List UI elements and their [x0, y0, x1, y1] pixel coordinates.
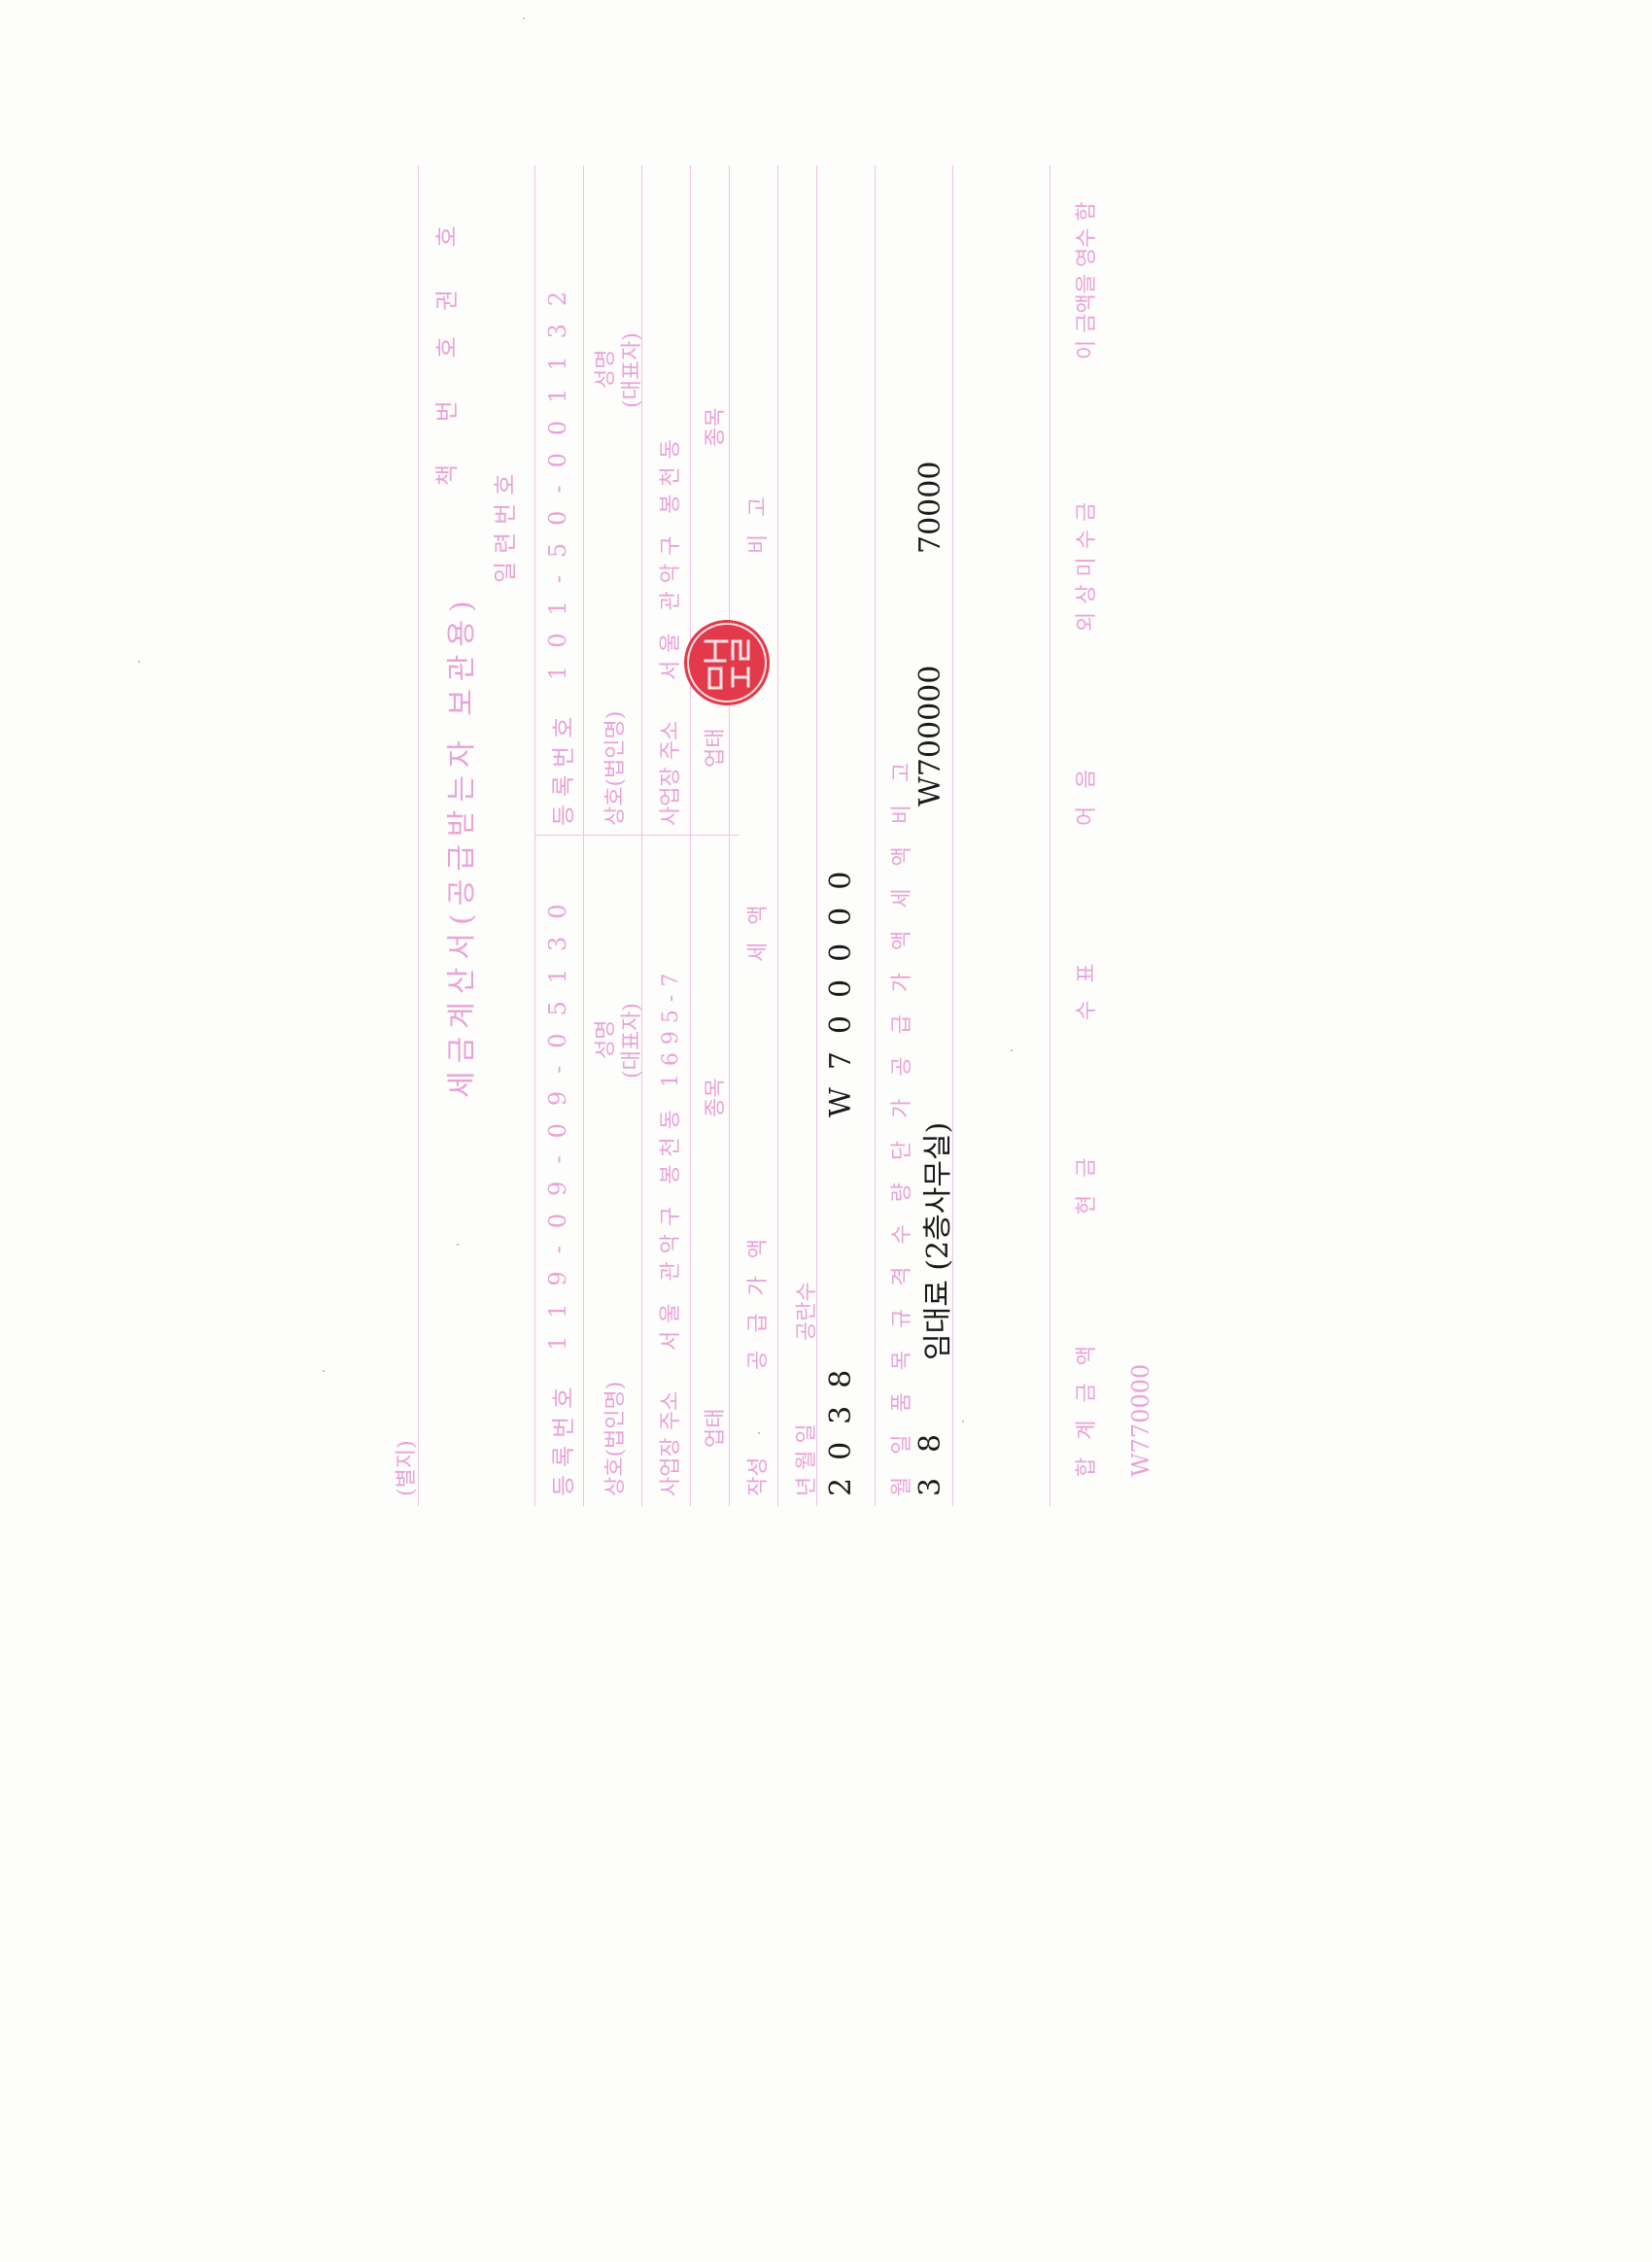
form-rule	[875, 165, 876, 1506]
ymd-label: 년 월 일	[795, 1423, 819, 1496]
book-suffix-label: 권 호	[433, 208, 461, 311]
buyer-reg-number: 101-50-001132	[544, 273, 571, 680]
supplier-address: 서울 관악구 봉천동 1695-7	[659, 965, 683, 1351]
issue-year: 2038	[824, 1352, 858, 1496]
remarks-label: 비고	[746, 479, 771, 554]
footer-total-amount: W770000	[1127, 1363, 1154, 1477]
buyer-address-label: 사업장 주소	[659, 720, 683, 826]
item-name: 임대료 (2층사무실)	[921, 1121, 955, 1360]
cash-label: 현금	[1075, 1140, 1099, 1215]
item-month: 3	[913, 1477, 947, 1496]
form-rule	[583, 165, 584, 1506]
company-seal-stamp	[684, 620, 770, 705]
supplier-business-item-label: 종목	[704, 1078, 728, 1117]
supplier-business-type-label: 업태	[704, 1408, 728, 1448]
serial-number-label: 일련번호	[492, 465, 519, 583]
item-supply-value: W700000	[913, 665, 947, 806]
scan-speck	[523, 17, 525, 19]
blank-count-label: 공란수	[795, 1282, 819, 1341]
buyer-company-label: 상호(법인명)	[603, 710, 628, 826]
check-label: 수표	[1075, 945, 1099, 1020]
total-amount-label: 합계금액	[1075, 1328, 1099, 1477]
item-day: 8	[913, 1433, 947, 1453]
scanned-page: (별지) 세금계산서(공급받는자 보관용) 책 번 호 권 호 일련번호 등록번…	[0, 0, 1652, 2262]
book-number-label: 책 번 호	[433, 319, 461, 487]
form-rule	[534, 165, 535, 1506]
buyer-business-item-label: 종목	[704, 407, 728, 447]
supplier-reg-number: 119-09-09-05130	[544, 886, 571, 1351]
supplier-rep-label: (대표자)	[620, 1003, 644, 1079]
form-title: 세금계산서(공급받는자 보관용)	[445, 593, 479, 1098]
tax-invoice-form: (별지) 세금계산서(공급받는자 보관용) 책 번 호 권 호 일련번호 등록번…	[389, 165, 1205, 1506]
form-divider	[534, 835, 739, 836]
supply-value-total: W700000	[824, 853, 858, 1117]
buyer-reg-label: 등록번호	[550, 708, 577, 826]
buyer-business-type-label: 업태	[704, 728, 728, 768]
item-tax: 70000	[913, 461, 947, 554]
date-label: 작성	[746, 1457, 771, 1496]
scan-speck	[138, 661, 140, 663]
supply-value-label: 공급가액	[746, 1221, 771, 1370]
form-top-rule	[418, 165, 419, 1506]
scan-speck	[323, 1370, 325, 1372]
item-table-header: 월 일 품 목 규 격 수 량 단 가 공 급 가 액 세 액 비 고	[890, 754, 914, 1496]
corner-label: (별지)	[395, 1440, 419, 1496]
buyer-rep-label: (대표자)	[620, 332, 644, 408]
note-label: 어음	[1075, 751, 1099, 826]
supplier-company-label: 상호(법인명)	[603, 1381, 628, 1496]
receipt-label: 이 금액을 영수 함	[1075, 201, 1099, 360]
form-rule	[690, 165, 691, 1506]
credit-label: 외상미수금	[1075, 494, 1099, 632]
form-rule	[729, 165, 730, 1506]
tax-label: 세액	[746, 887, 771, 962]
form-rule	[777, 165, 778, 1506]
supplier-address-label: 사업장 주소	[659, 1390, 683, 1496]
supplier-reg-label: 등록번호	[550, 1379, 577, 1496]
